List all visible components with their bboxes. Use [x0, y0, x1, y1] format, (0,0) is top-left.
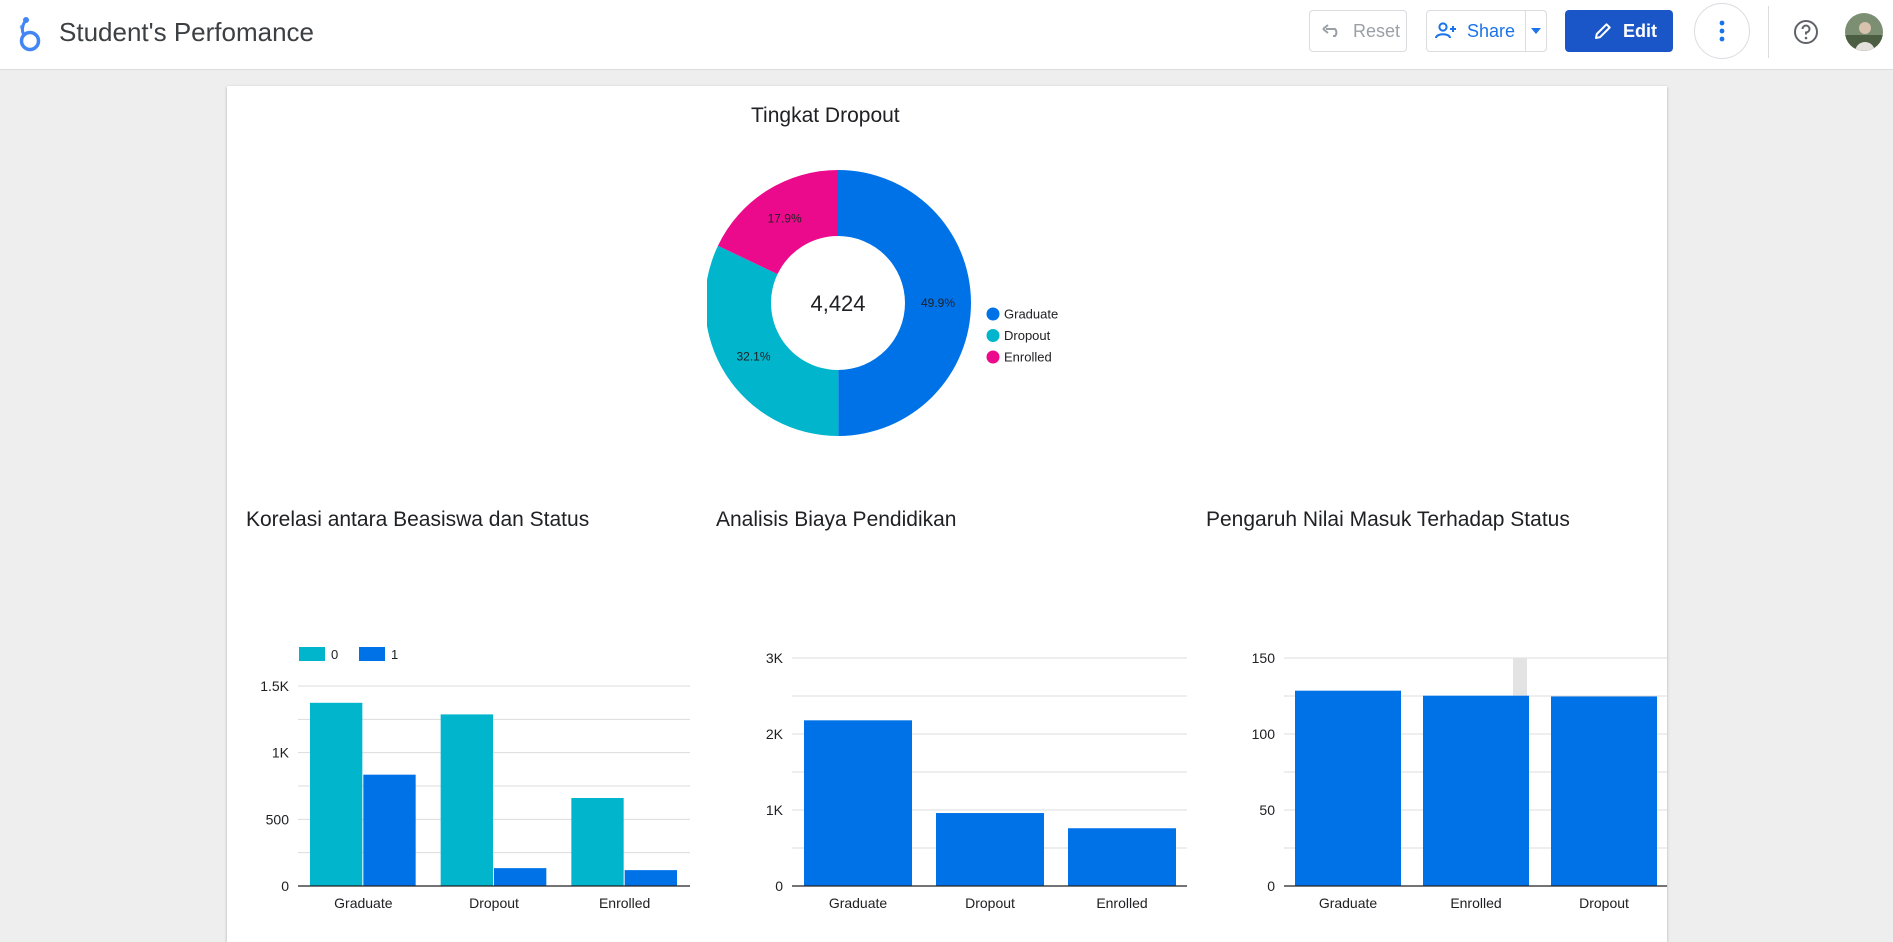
- y-tick-label: 0: [1267, 878, 1275, 894]
- bar-dropout[interactable]: [1551, 696, 1657, 886]
- donut-chart-title: Tingkat Dropout: [751, 104, 900, 127]
- bar-chart-admission-grade-title: Pengaruh Nilai Masuk Terhadap Status: [1206, 508, 1570, 531]
- x-tick-label-graduate: Graduate: [1319, 895, 1378, 911]
- y-tick-label: 2K: [766, 726, 784, 742]
- y-tick-label: 1.5K: [260, 678, 289, 694]
- share-label: Share: [1467, 20, 1516, 41]
- reset-button[interactable]: Reset: [1309, 10, 1407, 52]
- top-bar: Student's Perfomance Reset Share Edit: [0, 0, 1893, 70]
- legend-label-dropout: Dropout: [1004, 328, 1051, 343]
- bar-enrolled-series-0[interactable]: [571, 798, 624, 886]
- legend-swatch-series-1: [359, 647, 385, 661]
- bar-enrolled-series-1[interactable]: [624, 870, 677, 886]
- x-tick-label-enrolled: Enrolled: [1450, 895, 1501, 911]
- legend-swatch-dropout: [986, 329, 1000, 342]
- donut-slice-label-dropout: 32.1%: [736, 349, 770, 363]
- donut-slice-label-graduate: 49.9%: [921, 296, 955, 310]
- y-tick-label: 50: [1259, 802, 1275, 818]
- y-tick-label: 0: [775, 878, 783, 894]
- legend-swatch-enrolled: [986, 350, 1000, 364]
- x-tick-label-enrolled: Enrolled: [599, 895, 650, 911]
- app-title[interactable]: Student's Perfomance: [59, 17, 314, 48]
- x-tick-label-dropout: Dropout: [469, 895, 519, 911]
- bar-graduate[interactable]: [1295, 690, 1401, 886]
- x-tick-label-graduate: Graduate: [829, 895, 888, 911]
- bar-graduate[interactable]: [804, 720, 912, 886]
- bar-chart-tuition-title: Analisis Biaya Pendidikan: [716, 508, 957, 531]
- bar-graduate-series-1[interactable]: [363, 774, 416, 886]
- legend-label-graduate: Graduate: [1004, 307, 1058, 322]
- bar-chart-tuition[interactable]: 0 1K 2K 3K Graduate Dropout Enrolled: [697, 546, 1187, 926]
- y-tick-label: 3K: [766, 650, 784, 666]
- edit-button[interactable]: Edit: [1565, 10, 1673, 52]
- y-tick-label: 150: [1252, 650, 1276, 666]
- pencil-icon: [1595, 23, 1611, 39]
- header-divider: [1768, 6, 1769, 58]
- bar-dropout-series-0[interactable]: [440, 714, 493, 886]
- x-tick-label-graduate: Graduate: [334, 895, 393, 911]
- x-tick-label-enrolled: Enrolled: [1096, 895, 1147, 911]
- donut-chart[interactable]: 49.9% 32.1% 17.9% 4,424 Graduate Dropout Enrol…: [707, 146, 1087, 436]
- person-add-icon: [1435, 22, 1456, 39]
- user-avatar-icon[interactable]: [1845, 13, 1883, 51]
- bar-chart-admission-grade[interactable]: 0 50 100 150 Graduate Enrolled Dropout: [1187, 546, 1667, 926]
- bar-graduate-series-0[interactable]: [310, 702, 363, 886]
- reset-label: Reset: [1353, 20, 1401, 41]
- donut-slice-label-enrolled: 17.9%: [768, 211, 802, 225]
- share-button[interactable]: Share: [1426, 10, 1547, 52]
- bar-enrolled[interactable]: [1068, 828, 1176, 886]
- bar-enrolled[interactable]: [1423, 695, 1529, 886]
- looker-studio-logo-icon[interactable]: [16, 16, 46, 52]
- bar-dropout[interactable]: [936, 813, 1044, 886]
- caret-down-icon: [1531, 28, 1542, 34]
- y-tick-label: 0: [281, 878, 289, 894]
- bar-dropout-series-1[interactable]: [494, 868, 547, 886]
- help-circle-icon[interactable]: [1792, 18, 1820, 46]
- legend-label-series-0: 0: [331, 647, 338, 662]
- legend-swatch-series-0: [299, 647, 325, 661]
- x-tick-label-dropout: Dropout: [1579, 895, 1629, 911]
- edit-label: Edit: [1623, 20, 1657, 41]
- more-options-button[interactable]: [1694, 3, 1750, 59]
- x-tick-label-dropout: Dropout: [965, 895, 1015, 911]
- share-main-button[interactable]: Share: [1435, 11, 1527, 51]
- y-tick-label: 1K: [766, 802, 784, 818]
- donut-center-value: 4,424: [810, 291, 865, 316]
- bar-chart-scholarship[interactable]: 0 500 1K 1.5K Graduate Dropout Enrolled 0 1: [227, 546, 697, 926]
- y-tick-label: 500: [266, 811, 290, 827]
- y-tick-label: 100: [1252, 726, 1276, 742]
- report-canvas: Tingkat Dropout 49.9% 32.1% 17.9% 4,424 Grad…: [227, 86, 1667, 942]
- donut-slice-dropout[interactable]: [707, 245, 839, 436]
- undo-icon: [1322, 24, 1338, 37]
- more-vert-icon: [1719, 20, 1725, 42]
- legend-label-series-1: 1: [391, 647, 398, 662]
- legend-swatch-graduate: [986, 307, 1000, 321]
- y-tick-label: 1K: [272, 745, 290, 761]
- share-menu-button[interactable]: [1526, 11, 1546, 51]
- legend-label-enrolled: Enrolled: [1004, 350, 1052, 365]
- bar-chart-scholarship-title: Korelasi antara Beasiswa dan Status: [246, 508, 590, 531]
